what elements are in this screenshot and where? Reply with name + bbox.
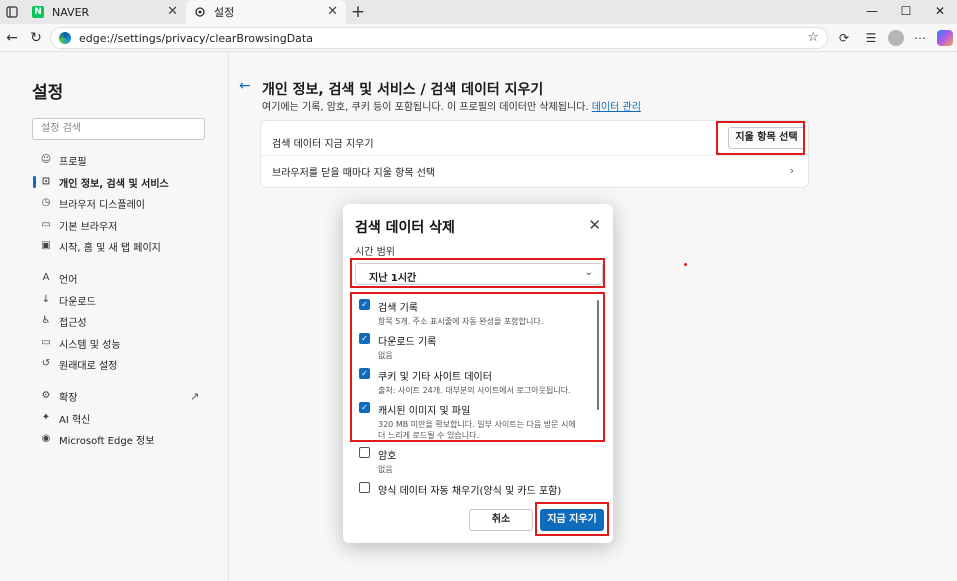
browser-icon: ▭ xyxy=(41,219,51,230)
sidebar-item-label: 다운로드 xyxy=(59,296,96,308)
sidebar-item-display[interactable]: ◷ 브라우저 디스플레이 xyxy=(40,193,220,213)
sidebar-item-label: 개인 정보, 검색 및 서비스 xyxy=(59,178,169,190)
sidebar-item-label: 확장 xyxy=(59,392,78,404)
profile-icon: ☺ xyxy=(40,154,52,165)
settings-search-input[interactable]: 설정 검색 xyxy=(32,118,205,140)
language-icon: A xyxy=(42,272,50,283)
close-icon[interactable]: ✕ xyxy=(327,4,338,19)
sidebar-item-reset[interactable]: ↺ 원래대로 설정 xyxy=(40,354,220,374)
tab-label: 설정 xyxy=(214,6,235,19)
sidebar-item-accessibility[interactable]: ♿ 접근성 xyxy=(40,311,220,331)
highlight-box xyxy=(350,258,605,288)
close-icon[interactable]: ✕ xyxy=(588,216,601,234)
sidebar-item-label: 접근성 xyxy=(59,317,87,329)
accessibility-icon: ♿ xyxy=(41,315,51,326)
subtitle-text: 여기에는 기록, 암호, 쿠키 등이 포함됩니다. 이 프로필의 데이터만 삭제… xyxy=(262,102,589,113)
highlight-box xyxy=(716,121,805,155)
new-tab-button[interactable]: + xyxy=(346,2,370,22)
page-title: 개인 정보, 검색 및 서비스 / 검색 데이터 지우기 xyxy=(262,82,544,98)
url-text: edge://settings/privacy/clearBrowsingDat… xyxy=(79,31,313,45)
toolbar: ← ↻ edge://settings/privacy/clearBrowsin… xyxy=(0,24,957,52)
active-indicator xyxy=(33,176,36,188)
sidebar-item-language[interactable]: A 언어 xyxy=(40,268,220,288)
sidebar-item-label: Microsoft Edge 정보 xyxy=(59,435,155,447)
window-controls: — ☐ ✕ xyxy=(855,0,957,24)
time-range-label: 시간 범위 xyxy=(355,247,395,258)
external-link-icon: ↗ xyxy=(190,390,200,403)
sidebar-item-system[interactable]: ▭ 시스템 및 성능 xyxy=(40,333,220,353)
minimize-button[interactable]: — xyxy=(855,0,889,24)
back-arrow-icon[interactable]: ← xyxy=(239,78,251,94)
sidebar-item-label: 시작, 홈 및 새 탭 페이지 xyxy=(59,242,161,254)
tab-actions-icon[interactable] xyxy=(0,0,24,24)
sidebar-item-label: 시스템 및 성능 xyxy=(59,339,121,351)
clear-now-label: 검색 데이터 지금 지우기 xyxy=(272,139,374,150)
tab-naver[interactable]: N NAVER ✕ xyxy=(24,0,186,24)
option-label: 양식 데이터 자동 채우기(양식 및 카드 포함) xyxy=(378,486,562,497)
maximize-button[interactable]: ☐ xyxy=(889,0,923,24)
sidebar-item-profile[interactable]: ☺ 프로필 xyxy=(40,150,220,170)
sidebar-item-label: 언어 xyxy=(59,274,78,286)
divider xyxy=(261,155,808,156)
tab-label: NAVER xyxy=(52,5,90,19)
close-window-button[interactable]: ✕ xyxy=(923,0,957,24)
sidebar-item-label: 기본 브라우저 xyxy=(59,221,118,233)
sidebar-item-start-home[interactable]: ▣ 시작, 홈 및 새 탭 페이지 xyxy=(40,236,220,256)
sidebar-title: 설정 xyxy=(32,83,64,103)
sidebar-item-about[interactable]: ◉ Microsoft Edge 정보 xyxy=(40,429,220,449)
tab-settings[interactable]: 설정 ✕ xyxy=(186,0,346,24)
favorite-star-icon[interactable]: ☆ xyxy=(807,30,819,45)
sidebar-item-label: 프로필 xyxy=(59,156,87,168)
gear-icon xyxy=(194,6,206,18)
lock-icon: ⊡ xyxy=(41,176,51,187)
dialog-title: 검색 데이터 삭제 xyxy=(355,220,455,236)
checkbox-unchecked[interactable] xyxy=(359,482,370,493)
address-bar[interactable]: edge://settings/privacy/clearBrowsingDat… xyxy=(50,27,828,49)
sidebar-item-label: 원래대로 설정 xyxy=(59,360,118,372)
back-icon[interactable]: ← xyxy=(2,28,22,48)
tab-strip: N NAVER ✕ 설정 ✕ + — ☐ ✕ xyxy=(0,0,957,24)
extensions-icon[interactable]: ⟳ xyxy=(836,30,852,46)
edge-icon xyxy=(59,32,71,44)
highlight-box xyxy=(350,292,605,442)
copilot-icon[interactable] xyxy=(937,30,953,46)
extensions-icon: ⚙ xyxy=(41,390,51,401)
manage-data-link[interactable]: 데이터 관리 xyxy=(592,102,641,113)
page-subtitle: 여기에는 기록, 암호, 쿠키 등이 포함됩니다. 이 프로필의 데이터만 삭제… xyxy=(262,98,641,113)
sidebar-item-default-browser[interactable]: ▭ 기본 브라우저 xyxy=(40,215,220,235)
favorites-icon[interactable]: ☰ xyxy=(863,30,879,46)
cancel-button[interactable]: 취소 xyxy=(469,509,533,531)
settings-sidebar: 설정 설정 검색 ☺ 프로필 ⊡ 개인 정보, 검색 및 서비스 ◷ 브라우저 … xyxy=(0,52,229,581)
close-icon[interactable]: ✕ xyxy=(167,4,178,19)
reset-icon: ↺ xyxy=(41,358,51,369)
refresh-icon[interactable]: ↻ xyxy=(26,28,46,48)
display-icon: ◷ xyxy=(41,197,51,208)
download-icon: ↓ xyxy=(41,294,51,305)
avatar[interactable] xyxy=(888,30,904,46)
chevron-right-icon: › xyxy=(789,164,794,177)
sidebar-item-privacy[interactable]: ⊡ 개인 정보, 검색 및 서비스 xyxy=(40,172,220,192)
more-icon[interactable]: ⋯ xyxy=(912,30,928,46)
home-icon: ▣ xyxy=(41,240,51,251)
system-icon: ▭ xyxy=(41,337,51,348)
sidebar-item-downloads[interactable]: ↓ 다운로드 xyxy=(40,290,220,310)
edge-icon: ◉ xyxy=(41,433,51,444)
checkbox-unchecked[interactable] xyxy=(359,447,370,458)
naver-icon: N xyxy=(32,6,44,18)
option-desc: 없음 xyxy=(378,465,393,474)
clear-on-close-row[interactable]: 브라우저를 닫을 때마다 지울 항목 선택 xyxy=(272,164,435,179)
option-label: 암호 xyxy=(378,451,397,462)
sidebar-item-label: AI 혁신 xyxy=(59,414,91,426)
red-dot-marker xyxy=(684,263,687,266)
sidebar-item-label: 브라우저 디스플레이 xyxy=(59,199,145,211)
highlight-box xyxy=(535,502,609,536)
ai-icon: ✦ xyxy=(41,412,51,423)
sidebar-item-ai[interactable]: ✦ AI 혁신 xyxy=(40,408,220,428)
